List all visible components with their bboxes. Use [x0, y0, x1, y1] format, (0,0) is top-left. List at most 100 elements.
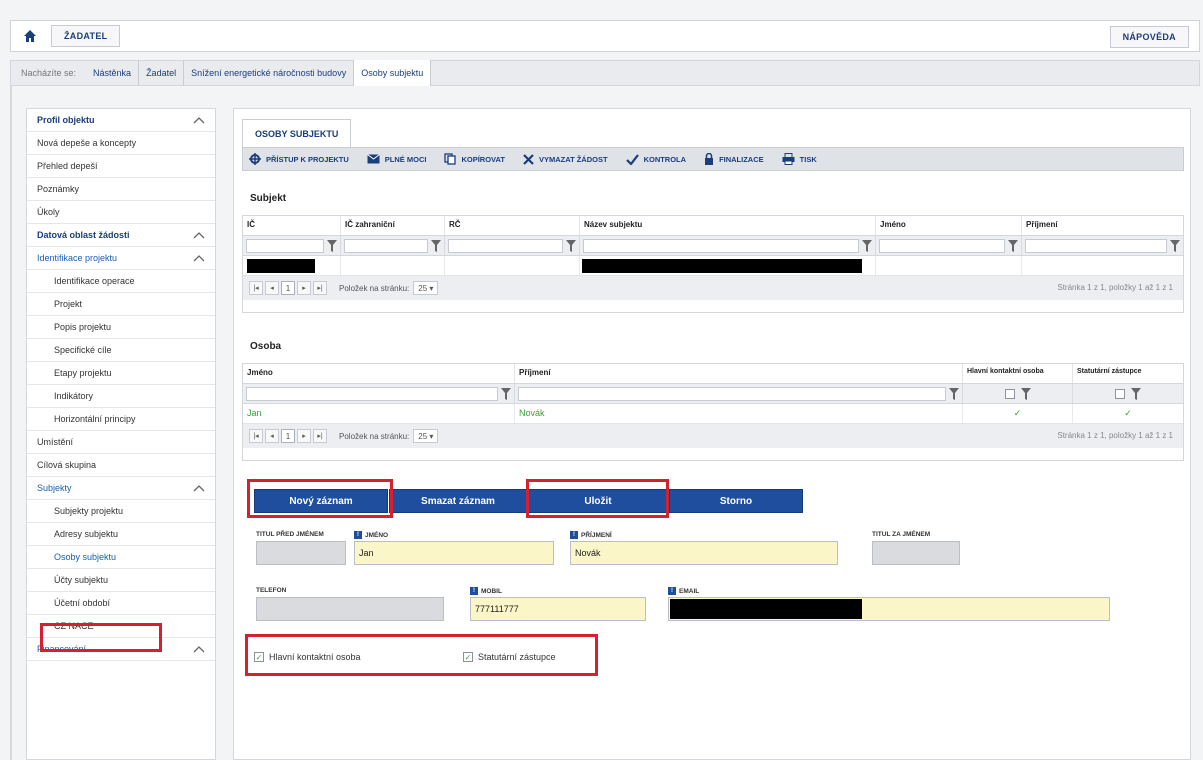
last-name-field[interactable]: Novák — [570, 541, 838, 565]
filter-input[interactable] — [246, 238, 324, 253]
filter-icon[interactable] — [1008, 239, 1018, 252]
last-page-button[interactable]: ▸| — [313, 429, 327, 443]
column-header-subject-name[interactable]: Název subjektu — [580, 216, 876, 235]
sidebar-item-new-messages[interactable]: Nová depeše a koncepty — [27, 132, 215, 155]
page-number[interactable]: 1 — [281, 281, 295, 295]
filter-icon[interactable] — [501, 387, 511, 400]
cancel-button[interactable]: Storno — [669, 489, 803, 513]
breadcrumb-item-project[interactable]: Snížení energetické náročnosti budovy — [184, 60, 355, 86]
page-number[interactable]: 1 — [281, 429, 295, 443]
filter-input[interactable] — [1025, 238, 1167, 253]
copy-button[interactable]: KOPÍROVAT — [444, 153, 505, 165]
sidebar-item-tasks[interactable]: Úkoly — [27, 201, 215, 224]
last-page-button[interactable]: ▸| — [313, 281, 327, 295]
sidebar-item-object-profile[interactable]: Profil objektu — [27, 109, 215, 132]
first-page-button[interactable]: |◂ — [249, 429, 263, 443]
column-header-main-contact[interactable]: Hlavní kontaktní osoba — [963, 364, 1073, 383]
filter-icon[interactable] — [1131, 387, 1141, 400]
applicant-button[interactable]: ŽADATEL — [51, 25, 121, 47]
column-header-first-name[interactable]: Jméno — [243, 364, 515, 383]
sidebar-item-project-subjects[interactable]: Subjekty projektu — [27, 500, 215, 523]
mobile-field[interactable]: 777111777 — [470, 597, 646, 621]
sidebar-item-target-group[interactable]: Cílová skupina — [27, 454, 215, 477]
filter-checkbox[interactable] — [1115, 388, 1125, 399]
breadcrumb-item-applicant[interactable]: Žadatel — [139, 60, 185, 86]
filter-checkbox[interactable] — [1004, 388, 1015, 399]
phone-field[interactable] — [256, 597, 444, 621]
first-page-button[interactable]: |◂ — [249, 281, 263, 295]
sidebar-item-label: Cílová skupina — [37, 460, 97, 470]
redacted-cell — [243, 256, 341, 275]
breadcrumb-item-dashboard[interactable]: Nástěnka — [86, 60, 140, 86]
prev-page-button[interactable]: ◂ — [265, 281, 279, 295]
delete-record-button[interactable]: Smazat záznam — [389, 489, 527, 513]
sidebar-item-subject-accounts[interactable]: Účty subjektu — [27, 569, 215, 592]
filter-icon[interactable] — [862, 239, 872, 252]
filter-input[interactable] — [879, 238, 1005, 253]
sidebar-item-horizontal-principles[interactable]: Horizontální principy — [27, 408, 215, 431]
filter-icon[interactable] — [949, 387, 959, 400]
sidebar-item-operation-identification[interactable]: Identifikace operace — [27, 270, 215, 293]
check-button[interactable]: KONTROLA — [625, 153, 686, 165]
title-after-field[interactable] — [872, 541, 960, 565]
sidebar-item-project-identification[interactable]: Identifikace projektu — [27, 247, 215, 270]
filter-icon[interactable] — [1170, 239, 1180, 252]
first-name-field[interactable]: Jan — [354, 541, 554, 565]
home-icon[interactable] — [19, 25, 41, 47]
sidebar-item-notes[interactable]: Poznámky — [27, 178, 215, 201]
chevron-up-icon[interactable] — [193, 253, 205, 263]
sidebar-item-accounting-period[interactable]: Účetní období — [27, 592, 215, 615]
table-row[interactable]: Jan Novák ✓ ✓ — [243, 404, 1183, 424]
power-of-attorney-button[interactable]: PLNÉ MOCI — [366, 154, 426, 164]
column-header-last-name[interactable]: Příjmení — [1022, 216, 1183, 235]
filter-icon[interactable] — [566, 239, 576, 252]
required-icon: ! — [354, 531, 362, 539]
column-header-first-name[interactable]: Jméno — [876, 216, 1022, 235]
toolbar-label: KOPÍROVAT — [461, 154, 505, 164]
filter-input[interactable] — [518, 386, 946, 401]
access-button[interactable]: PŘÍSTUP K PROJEKTU — [249, 153, 349, 165]
sidebar-item-messages-overview[interactable]: Přehled depeší — [27, 155, 215, 178]
sidebar-item-data-area[interactable]: Datová oblast žádosti — [27, 224, 215, 247]
table-row[interactable] — [243, 256, 1183, 276]
column-header-statutory[interactable]: Statutární zástupce — [1073, 364, 1183, 383]
print-button[interactable]: TISK — [782, 153, 817, 165]
finalize-button[interactable]: FINALIZACE — [704, 153, 764, 165]
filter-icon[interactable] — [1020, 387, 1031, 400]
sidebar-item-subject-persons[interactable]: Osoby subjektu — [27, 546, 215, 569]
sidebar-item-specific-goals[interactable]: Specifické cíle — [27, 339, 215, 362]
next-page-button[interactable]: ▸ — [297, 281, 311, 295]
chevron-up-icon[interactable] — [193, 230, 205, 240]
title-before-field[interactable] — [256, 541, 346, 565]
sidebar-item-subject-addresses[interactable]: Adresy subjektu — [27, 523, 215, 546]
filter-icon[interactable] — [327, 239, 337, 252]
next-page-button[interactable]: ▸ — [297, 429, 311, 443]
breadcrumb-item-persons[interactable]: Osoby subjektu — [354, 60, 432, 86]
sidebar-item-project-stages[interactable]: Etapy projektu — [27, 362, 215, 385]
filter-input[interactable] — [246, 386, 498, 401]
chevron-up-icon[interactable] — [193, 115, 205, 125]
sidebar-item-indicators[interactable]: Indikátory — [27, 385, 215, 408]
column-header-last-name[interactable]: Příjmení — [515, 364, 963, 383]
filter-icon[interactable] — [431, 239, 441, 252]
sidebar-item-subjects[interactable]: Subjekty — [27, 477, 215, 500]
column-header-ic-foreign[interactable]: IČ zahraniční — [341, 216, 445, 235]
chevron-up-icon[interactable] — [193, 483, 205, 493]
delete-application-button[interactable]: VYMAZAT ŽÁDOST — [523, 153, 608, 165]
filter-input[interactable] — [344, 238, 428, 253]
column-header-rc[interactable]: RČ — [445, 216, 580, 235]
tab-persons[interactable]: OSOBY SUBJEKTU — [242, 119, 352, 147]
column-header-ic[interactable]: IČ — [243, 216, 341, 235]
per-page-select[interactable]: 25 ▾ — [413, 429, 439, 443]
sidebar-item-location[interactable]: Umístění — [27, 431, 215, 454]
filter-input[interactable] — [448, 238, 563, 253]
sidebar-item-project[interactable]: Projekt — [27, 293, 215, 316]
chevron-up-icon[interactable] — [193, 644, 205, 654]
prev-page-button[interactable]: ◂ — [265, 429, 279, 443]
filter-input[interactable] — [583, 238, 859, 253]
sidebar-item-project-description[interactable]: Popis projektu — [27, 316, 215, 339]
per-page-select[interactable]: 25 ▾ — [413, 281, 439, 295]
help-button[interactable]: NÁPOVĚDA — [1109, 26, 1189, 48]
email-field[interactable] — [668, 597, 1110, 621]
person-grid: Jméno Příjmení Hlavní kontaktní osoba St… — [242, 363, 1184, 461]
